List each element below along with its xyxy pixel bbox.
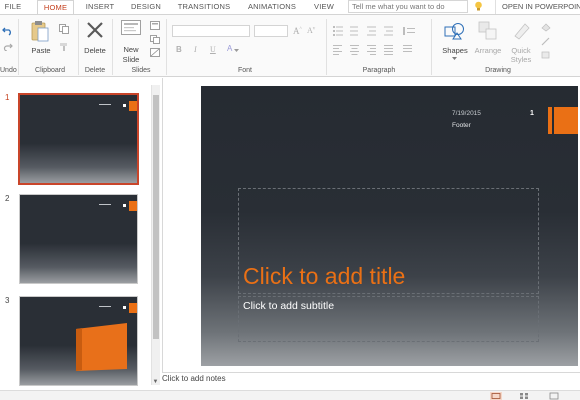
new-slide-label-line2: Slide [122, 55, 140, 64]
shapes-label: Shapes [442, 46, 468, 55]
shapes-icon[interactable] [443, 21, 467, 41]
quick-styles-label-line2: Styles [510, 55, 532, 64]
thumb-number-mark [123, 104, 126, 107]
chevron-down-icon[interactable] [452, 57, 457, 60]
group-divider [326, 19, 327, 75]
open-in-powerpoint-button[interactable]: OPEN IN POWERPOINT [495, 0, 580, 14]
delete-icon[interactable] [86, 21, 104, 39]
slide-number-1: 1 [5, 93, 10, 102]
title-placeholder[interactable]: Click to add title [243, 263, 405, 290]
normal-view-icon[interactable] [490, 392, 502, 400]
tab-view[interactable]: VIEW [309, 0, 339, 14]
slide-number[interactable]: 1 [530, 110, 534, 117]
tab-insert[interactable]: INSERT [80, 0, 120, 14]
tab-design[interactable]: DESIGN [127, 0, 165, 14]
italic-button[interactable]: I [194, 45, 197, 54]
thumb-number-mark [123, 306, 126, 309]
slide-date[interactable]: 7/19/2015 [452, 110, 481, 117]
notes-placeholder[interactable]: Click to add notes [162, 374, 226, 383]
font-name-dropdown[interactable] [172, 25, 250, 37]
thumb-orange-bar [129, 303, 137, 313]
quick-styles-icon[interactable] [512, 21, 532, 41]
arrange-label: Arrange [474, 46, 502, 55]
group-divider [112, 19, 113, 75]
chevron-down-icon[interactable] [234, 49, 239, 52]
arrange-icon[interactable] [478, 21, 498, 41]
thumb-date-mark [99, 306, 111, 307]
slide-orange-accent-gap [552, 107, 554, 134]
group-divider [166, 19, 167, 75]
decrease-font-size-icon[interactable]: Av [307, 26, 315, 35]
tab-home[interactable]: HOME [37, 0, 74, 14]
slide-number-2: 2 [5, 194, 10, 203]
slide-sorter-view-icon[interactable] [518, 392, 530, 400]
thumb-orange-shape [76, 323, 127, 371]
slide-number-3: 3 [5, 296, 10, 305]
underline-button[interactable]: U [210, 45, 216, 54]
shape-outline-icon[interactable] [541, 37, 553, 46]
shape-effects-icon[interactable] [541, 51, 553, 60]
thumbnail-scrollbar-thumb[interactable] [153, 95, 159, 339]
lightbulb-icon [475, 1, 482, 11]
thumb-number-mark [123, 204, 126, 207]
slide-thumbnail-2[interactable] [19, 194, 138, 284]
paste-label: Paste [31, 46, 51, 55]
layout-icon[interactable] [150, 21, 160, 30]
delete-label: Delete [84, 46, 106, 55]
scroll-down-arrow-icon[interactable]: ▼ [151, 378, 160, 387]
group-divider [431, 19, 432, 75]
group-divider [78, 19, 79, 75]
clipboard-group-label: Clipboard [35, 67, 65, 74]
thumb-date-mark [99, 104, 111, 105]
ribbon: Undo Paste Clipboard Delete Delete New S… [0, 14, 580, 77]
slide-thumbnail-3[interactable] [19, 296, 138, 386]
slides-group-label: Slides [131, 67, 151, 74]
shape-fill-icon[interactable] [541, 23, 553, 32]
ribbon-tab-bar: FILE HOME INSERT DESIGN TRANSITIONS ANIM… [0, 0, 580, 14]
undo-group-label: Undo [0, 67, 17, 74]
delete-group-label: Delete [84, 67, 106, 74]
font-group-label: Font [237, 67, 252, 74]
format-painter-icon[interactable] [59, 42, 69, 52]
hide-slide-icon[interactable] [150, 48, 160, 57]
new-slide-label-line1: New [123, 45, 139, 54]
bullets-and-indent-icons[interactable] [333, 25, 421, 37]
paste-icon[interactable] [31, 20, 49, 42]
tab-animations[interactable]: ANIMATIONS [243, 0, 301, 14]
tab-file[interactable]: FILE [0, 0, 26, 14]
thumb-orange-bar [129, 101, 137, 111]
slide-thumbnail-1[interactable] [18, 93, 139, 185]
increase-font-size-icon[interactable]: A^ [293, 26, 302, 36]
font-size-dropdown[interactable] [254, 25, 288, 37]
tell-me-search-input[interactable]: Tell me what you want to do [348, 0, 468, 13]
duplicate-slide-icon[interactable] [150, 35, 160, 44]
copy-icon[interactable] [59, 24, 69, 34]
bold-button[interactable]: B [176, 45, 182, 54]
thumb-date-mark [99, 204, 111, 205]
redo-icon[interactable] [3, 43, 13, 51]
paragraph-group-label: Paragraph [362, 67, 396, 74]
drawing-group-label: Drawing [485, 67, 511, 74]
slide-footer[interactable]: Footer [452, 122, 471, 129]
tab-transitions[interactable]: TRANSITIONS [174, 0, 234, 14]
subtitle-placeholder[interactable]: Click to add subtitle [243, 300, 334, 312]
new-slide-icon[interactable] [121, 20, 141, 38]
alignment-icons[interactable] [333, 44, 421, 56]
group-divider [18, 19, 19, 75]
quick-styles-label-line1: Quick [511, 46, 531, 55]
reading-view-icon[interactable] [548, 392, 560, 400]
font-color-button[interactable]: A [227, 44, 232, 53]
undo-icon[interactable] [2, 24, 14, 36]
thumb-orange-bar [129, 201, 137, 211]
